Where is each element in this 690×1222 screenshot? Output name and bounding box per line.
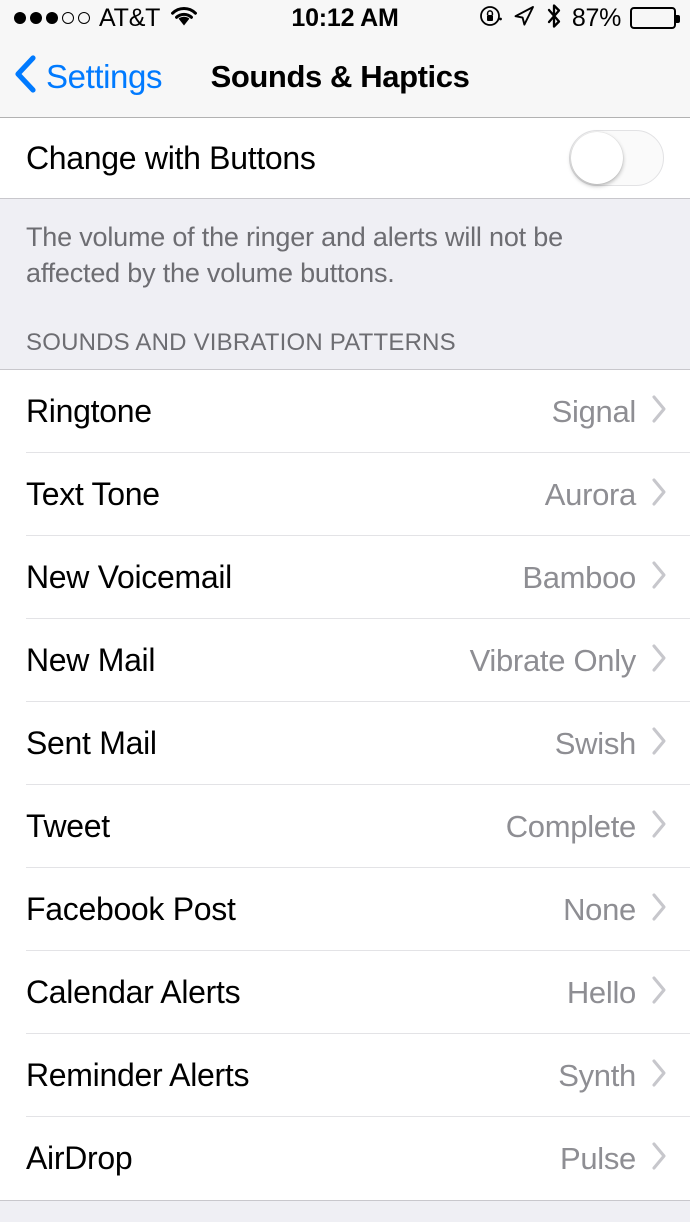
row-title: Ringtone [26,393,152,430]
row-value: Swish [554,725,637,761]
signal-dot-empty [62,12,74,24]
battery-percent-label: 87% [571,3,621,32]
bottom-background [0,1201,690,1222]
row-value: Aurora [544,476,637,512]
change-with-buttons-label: Change with Buttons [26,139,316,176]
row-value: Bamboo [522,559,636,595]
row-value: Synth [558,1057,636,1093]
signal-dot-filled [14,12,26,24]
list-row[interactable]: New Mail Vibrate Only [0,619,690,703]
toggle-knob [571,132,623,184]
chevron-right-icon [650,809,668,844]
list-row[interactable]: Reminder Alerts Synth [0,1034,690,1118]
list-row[interactable]: Ringtone Signal [0,370,690,454]
status-bar-right: 87% [479,3,680,34]
cellular-signal-dots [14,12,90,24]
chevron-right-icon [650,643,668,678]
list-row[interactable]: Sent Mail Swish [0,702,690,786]
list-row[interactable]: Calendar Alerts Hello [0,951,690,1035]
row-title: Reminder Alerts [26,1057,250,1094]
row-title: Tweet [26,808,110,845]
change-with-buttons-row[interactable]: Change with Buttons [0,118,690,199]
navigation-bar: Settings Sounds & Haptics [0,36,690,118]
status-bar-left: AT&T [14,5,199,32]
chevron-right-icon [650,892,668,927]
chevron-right-icon [650,394,668,429]
chevron-right-icon [650,975,668,1010]
sounds-section-header: SOUNDS AND VIBRATION PATTERNS [26,329,456,357]
sounds-list: Ringtone Signal Text Tone Aurora New Voicema… [0,369,690,1202]
signal-dot-empty [78,12,90,24]
row-title: New Mail [26,642,156,679]
list-row[interactable]: New Voicemail Bamboo [0,536,690,620]
row-title: Facebook Post [26,891,236,928]
iphone-screen: AT&T 10:12 AM 87% Settings Sounds & Hapt… [0,0,690,1222]
row-title: Calendar Alerts [26,974,241,1011]
row-value: Signal [551,393,637,429]
location-arrow-icon [512,4,536,33]
chevron-right-icon [650,726,668,761]
carrier-label: AT&T [99,3,161,32]
list-row[interactable]: Tweet Complete [0,785,690,869]
row-title: New Voicemail [26,559,232,596]
chevron-right-icon [650,1058,668,1093]
row-value: Hello [566,974,636,1010]
status-bar: AT&T 10:12 AM 87% [0,0,690,36]
signal-dot-filled [30,12,42,24]
row-value: Vibrate Only [469,642,637,678]
back-button-label: Settings [46,58,163,95]
row-value: None [563,891,636,927]
chevron-right-icon [650,560,668,595]
row-title: AirDrop [26,1140,133,1177]
row-title: Sent Mail [26,725,157,762]
list-row[interactable]: Text Tone Aurora [0,453,690,537]
chevron-right-icon [650,477,668,512]
rotation-lock-icon [479,4,503,33]
row-value: Complete [505,808,637,844]
change-with-buttons-toggle[interactable] [569,130,664,186]
list-row[interactable]: AirDrop Pulse [0,1117,690,1201]
wifi-icon [169,5,199,32]
bluetooth-icon [545,3,563,34]
row-title: Text Tone [26,476,160,513]
list-row[interactable]: Facebook Post None [0,868,690,952]
chevron-right-icon [650,1141,668,1176]
chevron-left-icon [12,54,38,99]
back-button[interactable]: Settings [12,36,162,117]
battery-icon [630,7,680,29]
row-value: Pulse [559,1140,636,1176]
volume-footer-note: The volume of the ringer and alerts will… [26,222,563,289]
signal-dot-filled [46,12,58,24]
